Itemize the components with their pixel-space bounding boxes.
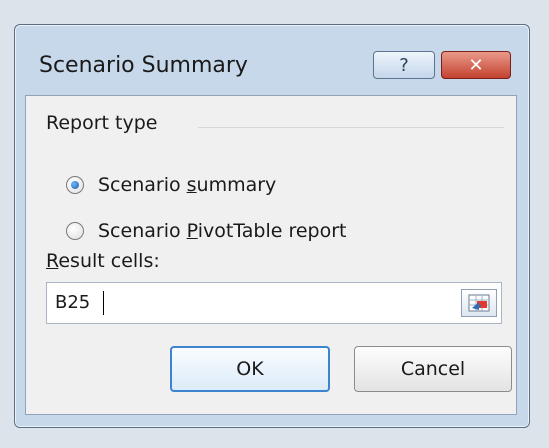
dialog-body: Report type Scenario summary Scenario Pi…	[25, 95, 517, 415]
option-label-prefix: Scenario	[98, 220, 187, 242]
option-accelerator: P	[186, 220, 198, 242]
ok-button[interactable]: OK	[170, 346, 330, 392]
scenario-pivottable-label[interactable]: Scenario PivotTable report	[98, 220, 347, 242]
result-cells-value: B25	[55, 292, 91, 313]
close-button[interactable]: ✕	[441, 51, 511, 79]
report-type-label: Report type	[46, 112, 158, 134]
radio-button-selected[interactable]	[66, 176, 84, 194]
result-cells-input[interactable]: B25	[46, 282, 502, 324]
close-icon: ✕	[468, 54, 484, 76]
option-label-suffix: ummary	[196, 174, 277, 196]
dialog-title: Scenario Summary	[39, 53, 248, 78]
cancel-button[interactable]: Cancel	[354, 346, 512, 392]
scenario-summary-label[interactable]: Scenario summary	[98, 174, 276, 196]
scenario-summary-option[interactable]: Scenario summary	[66, 174, 276, 196]
scenario-summary-dialog: Scenario Summary ? ✕ Report type Scenari…	[14, 24, 530, 428]
help-button[interactable]: ?	[373, 51, 435, 79]
scenario-pivottable-option[interactable]: Scenario PivotTable report	[66, 220, 347, 242]
radio-button-unselected[interactable]	[66, 222, 84, 240]
label-accelerator: R	[46, 250, 59, 272]
range-selector-icon	[468, 294, 490, 312]
range-selector-button[interactable]	[461, 289, 497, 317]
radio-selected-dot	[71, 181, 79, 189]
group-divider	[198, 127, 504, 128]
text-caret	[103, 291, 104, 315]
title-bar: Scenario Summary ? ✕	[15, 25, 529, 95]
question-mark-icon: ?	[399, 54, 409, 76]
label-rest: esult cells:	[58, 250, 160, 272]
result-cells-label: Result cells:	[46, 250, 160, 272]
option-label-prefix: Scenario	[98, 174, 187, 196]
option-label-suffix: ivotTable report	[197, 220, 347, 242]
option-accelerator: s	[186, 174, 197, 196]
